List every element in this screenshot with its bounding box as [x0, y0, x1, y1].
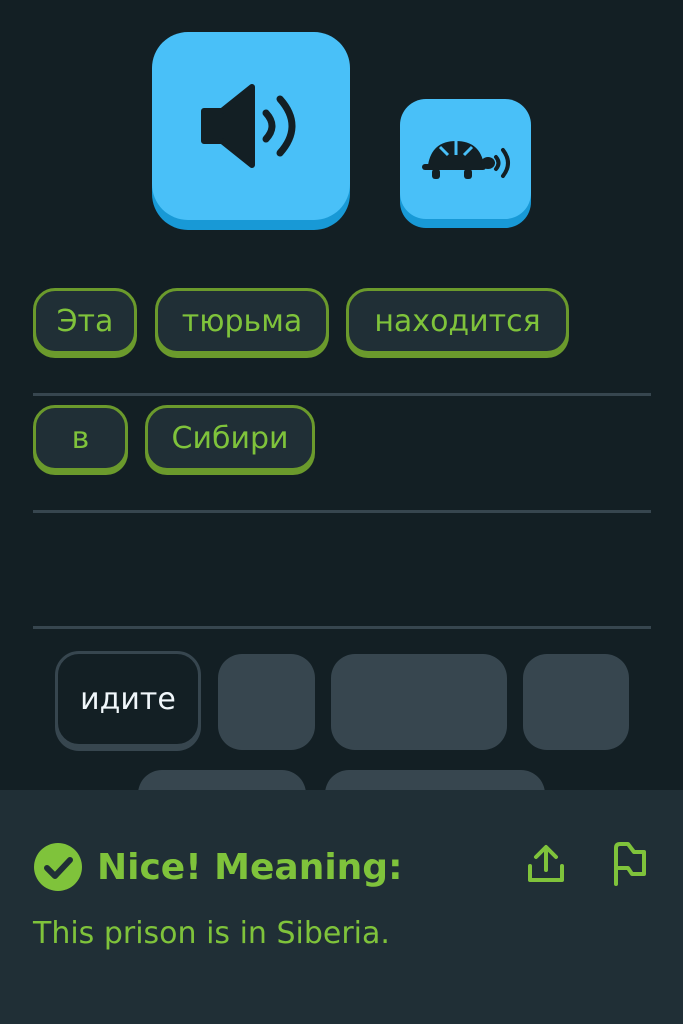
answer-word-chip[interactable]: тюрьма: [155, 288, 329, 354]
answer-word-chip[interactable]: Эта: [33, 288, 137, 354]
play-audio-button[interactable]: [152, 32, 350, 220]
share-icon: [528, 845, 564, 882]
word-bank-slot-empty: [523, 654, 629, 750]
flag-icon: [614, 842, 646, 886]
speaker-icon: [201, 84, 296, 168]
translation-text: This prison is in Siberia.: [33, 916, 390, 951]
answer-line: [33, 626, 651, 629]
answer-word-chip[interactable]: Сибири: [145, 405, 315, 471]
answer-word-chip[interactable]: находится: [346, 288, 569, 354]
check-circle-icon: [34, 843, 82, 891]
word-bank-slot-empty: [331, 654, 507, 750]
answer-line: [33, 510, 651, 513]
turtle-icon: [421, 141, 510, 179]
answer-word-chip[interactable]: в: [33, 405, 128, 471]
word-bank-slot-empty: [218, 654, 315, 750]
feedback-panel: Nice! Meaning: This prison is in Siberia…: [0, 790, 683, 1024]
share-button[interactable]: [522, 840, 570, 888]
word-bank-chip[interactable]: идите: [55, 651, 201, 747]
answer-line: [33, 393, 651, 396]
play-slow-audio-button[interactable]: [400, 99, 531, 219]
feedback-title: Nice! Meaning:: [33, 842, 402, 892]
feedback-title-text: Nice! Meaning:: [97, 846, 403, 888]
report-button[interactable]: [604, 840, 652, 888]
